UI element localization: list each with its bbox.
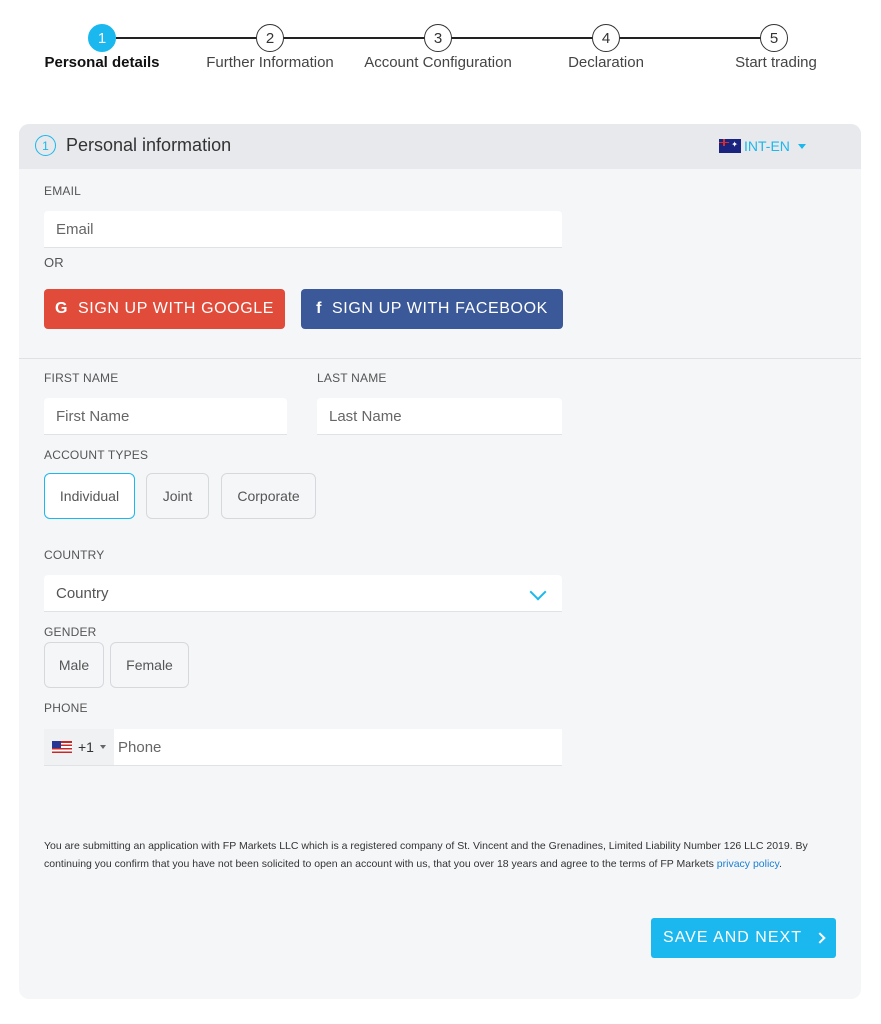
phone-country-code-selector[interactable]: +1 <box>44 729 114 765</box>
step-1-label: Personal details <box>44 54 160 71</box>
step-5-circle: 5 <box>760 24 788 52</box>
last-name-field[interactable] <box>317 398 562 435</box>
google-icon: G <box>54 300 68 317</box>
step-4-circle: 4 <box>592 24 620 52</box>
facebook-icon: f <box>316 300 323 317</box>
or-separator: OR <box>44 255 64 270</box>
first-name-field[interactable] <box>44 398 287 435</box>
card-header: 1 Personal information INT-EN <box>19 124 861 169</box>
phone-country-code: +1 <box>78 739 94 755</box>
save-and-next-button[interactable]: SAVE AND NEXT <box>651 918 836 958</box>
legal-text-end: . <box>779 858 782 870</box>
google-signup-button[interactable]: G SIGN UP WITH GOOGLE <box>44 289 285 329</box>
country-select[interactable]: Country <box>44 575 562 612</box>
personal-info-card: 1 Personal information INT-EN EMAIL OR G… <box>19 124 861 999</box>
section-divider <box>19 358 861 359</box>
save-and-next-label: SAVE AND NEXT <box>663 929 802 946</box>
section-number-badge: 1 <box>35 135 56 156</box>
us-flag-icon <box>52 741 72 753</box>
email-field[interactable] <box>44 211 562 248</box>
phone-field[interactable] <box>114 729 562 765</box>
last-name-label: LAST NAME <box>317 371 387 385</box>
step-4-label: Declaration <box>568 54 644 71</box>
language-label: INT-EN <box>744 138 790 154</box>
account-type-joint[interactable]: Joint <box>146 473 209 519</box>
gender-label: GENDER <box>44 625 97 639</box>
gender-female[interactable]: Female <box>110 642 189 688</box>
account-type-individual[interactable]: Individual <box>44 473 135 519</box>
country-label: COUNTRY <box>44 548 105 562</box>
privacy-policy-link[interactable]: privacy policy <box>717 858 779 870</box>
step-2-circle: 2 <box>256 24 284 52</box>
first-name-label: FIRST NAME <box>44 371 119 385</box>
step-5-label: Start trading <box>735 54 817 71</box>
step-1-circle: 1 <box>88 24 116 52</box>
caret-down-icon <box>797 143 806 149</box>
step-3-circle: 3 <box>424 24 452 52</box>
chevron-right-icon <box>814 932 826 944</box>
phone-field-group: +1 <box>44 729 562 766</box>
gender-male[interactable]: Male <box>44 642 104 688</box>
language-selector[interactable]: INT-EN <box>719 138 806 154</box>
phone-label: PHONE <box>44 701 88 715</box>
google-signup-label: SIGN UP WITH GOOGLE <box>78 300 275 317</box>
legal-text: You are submitting an application with F… <box>44 840 808 870</box>
progress-stepper: 1 2 3 4 5 Personal details Further Infor… <box>0 0 881 90</box>
caret-down-icon <box>99 745 106 749</box>
legal-disclaimer: You are submitting an application with F… <box>44 837 834 873</box>
step-2-label: Further Information <box>206 54 334 71</box>
account-type-corporate[interactable]: Corporate <box>221 473 316 519</box>
australia-flag-icon <box>719 139 741 153</box>
account-types-label: ACCOUNT TYPES <box>44 448 149 462</box>
chevron-down-icon <box>529 583 547 601</box>
section-title: Personal information <box>66 135 232 155</box>
step-3-label: Account Configuration <box>364 54 512 71</box>
facebook-signup-button[interactable]: f SIGN UP WITH FACEBOOK <box>301 289 563 329</box>
email-label: EMAIL <box>44 184 82 198</box>
facebook-signup-label: SIGN UP WITH FACEBOOK <box>332 300 548 317</box>
country-select-value: Country <box>56 584 109 602</box>
